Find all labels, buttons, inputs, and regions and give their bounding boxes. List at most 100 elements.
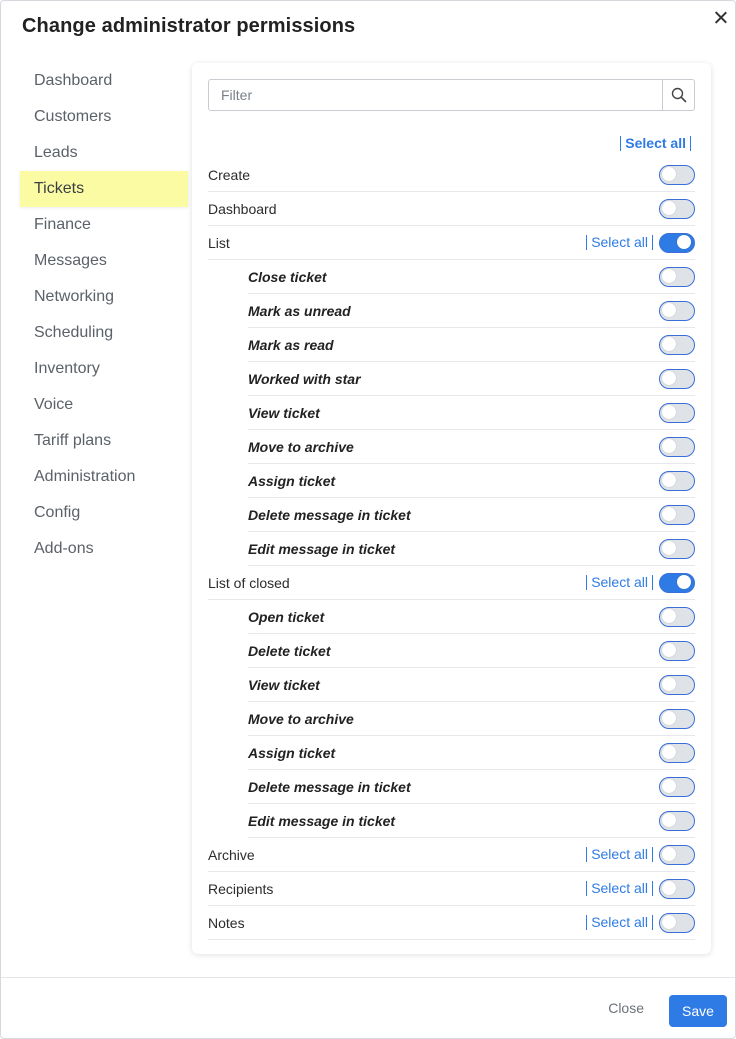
permission-subrow: Delete message in ticket [248,498,695,532]
sidebar: Dashboard Customers Leads Tickets Finance Mes… [20,63,188,567]
sidebar-item-tariff-plans[interactable]: Tariff plans [20,423,188,459]
save-button[interactable]: Save [669,995,727,1027]
permission-label: Archive [208,846,255,863]
permission-label: List of closed [208,574,290,591]
permission-label: View ticket [248,404,320,421]
permission-label: Move to archive [248,710,354,727]
sidebar-item-voice[interactable]: Voice [20,387,188,423]
permission-row: List of closed Select all [208,566,695,600]
permission-label: List [208,234,230,251]
permission-row: Dashboard [208,192,695,226]
permissions-dialog: Change administrator permissions Dashboa… [0,0,736,1039]
sidebar-item-customers[interactable]: Customers [20,99,188,135]
permission-subrow: Mark as unread [248,294,695,328]
select-all-link[interactable]: Select all [586,235,653,250]
permission-label: Move to archive [248,438,354,455]
permission-label: Delete message in ticket [248,778,411,795]
permission-row: Recipients Select all [208,872,695,906]
select-all-global: Select all [620,135,691,151]
permission-label: Delete ticket [248,642,331,659]
close-icon[interactable] [712,9,730,27]
permission-toggle[interactable] [659,198,695,219]
permission-toggle[interactable] [659,912,695,933]
select-all-link[interactable]: Select all [586,915,653,930]
permission-subrow: Move to archive [248,702,695,736]
permission-toggle[interactable] [659,674,695,695]
permission-label: Close ticket [248,268,327,285]
close-button[interactable]: Close [608,1000,644,1016]
permission-label: Dashboard [208,200,277,217]
permission-label: Edit message in ticket [248,812,396,829]
permission-toggle[interactable] [659,640,695,661]
permission-subrow: Worked with star [248,362,695,396]
select-all-link[interactable]: Select all [586,575,653,590]
permission-row: List Select all [208,226,695,260]
permission-subrow: Move to archive [248,430,695,464]
permission-toggle[interactable] [659,844,695,865]
sidebar-item-tickets[interactable]: Tickets [20,171,188,207]
permission-label: Notes [208,914,245,931]
sidebar-item-dashboard[interactable]: Dashboard [20,63,188,99]
permission-row: Create [208,158,695,192]
permission-toggle[interactable] [659,266,695,287]
permission-toggle[interactable] [659,368,695,389]
sidebar-item-messages[interactable]: Messages [20,243,188,279]
permission-row: Notes Select all [208,906,695,940]
filter-input[interactable] [209,80,662,110]
dialog-title: Change administrator permissions [22,15,356,37]
permission-subrow: View ticket [248,396,695,430]
permission-label: Mark as read [248,336,334,353]
permission-label: Mark as unread [248,302,351,319]
sidebar-item-scheduling[interactable]: Scheduling [20,315,188,351]
sidebar-item-networking[interactable]: Networking [20,279,188,315]
permissions-list: Create Dashboard List Select all Close ticke… [208,158,695,940]
permission-toggle[interactable] [659,164,695,185]
permission-label: Delete message in ticket [248,506,411,523]
permission-toggle[interactable] [659,572,695,593]
select-all-link[interactable]: Select all [620,135,691,151]
permission-subrow: Open ticket [248,600,695,634]
dialog-footer: Close Save [1,977,735,1039]
permission-label: Open ticket [248,608,325,625]
permission-toggle[interactable] [659,300,695,321]
permission-subrow: View ticket [248,668,695,702]
permission-label: Create [208,166,251,183]
permission-label: Recipients [208,880,274,897]
permission-row: Archive Select all [208,838,695,872]
select-all-link[interactable]: Select all [586,847,653,862]
filter-box [208,79,695,111]
permission-toggle[interactable] [659,708,695,729]
sidebar-item-administration[interactable]: Administration [20,459,188,495]
sidebar-item-add-ons[interactable]: Add-ons [20,531,188,567]
permission-toggle[interactable] [659,606,695,627]
permission-label: View ticket [248,676,320,693]
select-all-link[interactable]: Select all [586,881,653,896]
sidebar-item-finance[interactable]: Finance [20,207,188,243]
permission-toggle[interactable] [659,810,695,831]
permission-subrow: Assign ticket [248,464,695,498]
permission-toggle[interactable] [659,504,695,525]
permission-label: Edit message in ticket [248,540,396,557]
permission-subrow: Mark as read [248,328,695,362]
search-button[interactable] [662,80,694,110]
permission-toggle[interactable] [659,538,695,559]
permission-subrow: Edit message in ticket [248,532,695,566]
search-icon [671,87,686,103]
permission-toggle[interactable] [659,776,695,797]
permission-toggle[interactable] [659,878,695,899]
permission-subrow: Close ticket [248,260,695,294]
permission-subrow: Assign ticket [248,736,695,770]
sidebar-item-inventory[interactable]: Inventory [20,351,188,387]
permission-subrow: Delete message in ticket [248,770,695,804]
sidebar-item-leads[interactable]: Leads [20,135,188,171]
permission-label: Worked with star [248,370,361,387]
permission-toggle[interactable] [659,470,695,491]
sidebar-item-config[interactable]: Config [20,495,188,531]
permission-subrow: Edit message in ticket [248,804,695,838]
permission-toggle[interactable] [659,742,695,763]
permission-toggle[interactable] [659,402,695,423]
permission-toggle[interactable] [659,334,695,355]
permission-toggle[interactable] [659,436,695,457]
permission-subrow: Delete ticket [248,634,695,668]
permission-toggle[interactable] [659,232,695,253]
